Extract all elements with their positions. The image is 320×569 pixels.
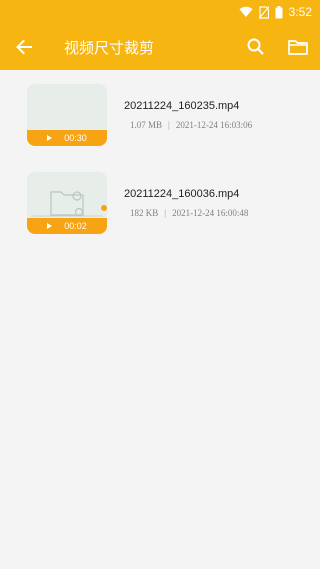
list-item[interactable]: 00:30 20211224_160235.mp4 1.07 MB | 2021… [0, 70, 320, 158]
search-button[interactable] [244, 35, 268, 59]
video-thumbnail: 00:02 [27, 172, 107, 234]
page-title: 视频尺寸裁剪 [64, 39, 155, 57]
battery-icon [275, 5, 283, 18]
play-icon [47, 135, 53, 141]
meta-separator: | [164, 208, 167, 218]
file-name: 20211224_160036.mp4 [124, 188, 240, 200]
list-item[interactable]: 00:02 20211224_160036.mp4 182 KB | 2021-… [0, 158, 320, 246]
back-button[interactable] [12, 35, 36, 59]
folder-icon [288, 40, 308, 55]
thumbnail-duration-bar: 00:02 [27, 218, 107, 234]
file-meta: 1.07 MB | 2021-12-24 16:03:06 [130, 120, 252, 130]
file-size: 1.07 MB [130, 120, 163, 130]
file-meta: 182 KB | 2021-12-24 16:00:48 [130, 208, 248, 218]
file-date: 2021-12-24 16:00:48 [172, 208, 249, 218]
folder-button[interactable] [286, 35, 310, 59]
status-bar: 3:52 [0, 0, 320, 24]
meta-separator: | [168, 120, 170, 130]
status-time: 3:52 [288, 5, 312, 19]
video-duration: 00:30 [64, 133, 87, 143]
thumbnail-duration-bar: 00:30 [27, 130, 107, 146]
file-date: 2021-12-24 16:03:06 [175, 120, 253, 130]
search-icon [247, 38, 264, 55]
wifi-icon [239, 6, 253, 18]
video-list: 00:30 20211224_160235.mp4 1.07 MB | 2021… [0, 70, 320, 246]
file-size: 182 KB [130, 208, 159, 218]
no-sim-icon [258, 5, 269, 19]
file-name: 20211224_160235.mp4 [124, 100, 240, 112]
play-icon [47, 223, 53, 229]
back-arrow-icon [16, 39, 32, 55]
app-bar: 视频尺寸裁剪 [0, 24, 320, 70]
status-icons: 3:52 [239, 4, 312, 20]
video-duration: 00:02 [64, 221, 87, 231]
video-thumbnail: 00:30 [27, 84, 107, 146]
